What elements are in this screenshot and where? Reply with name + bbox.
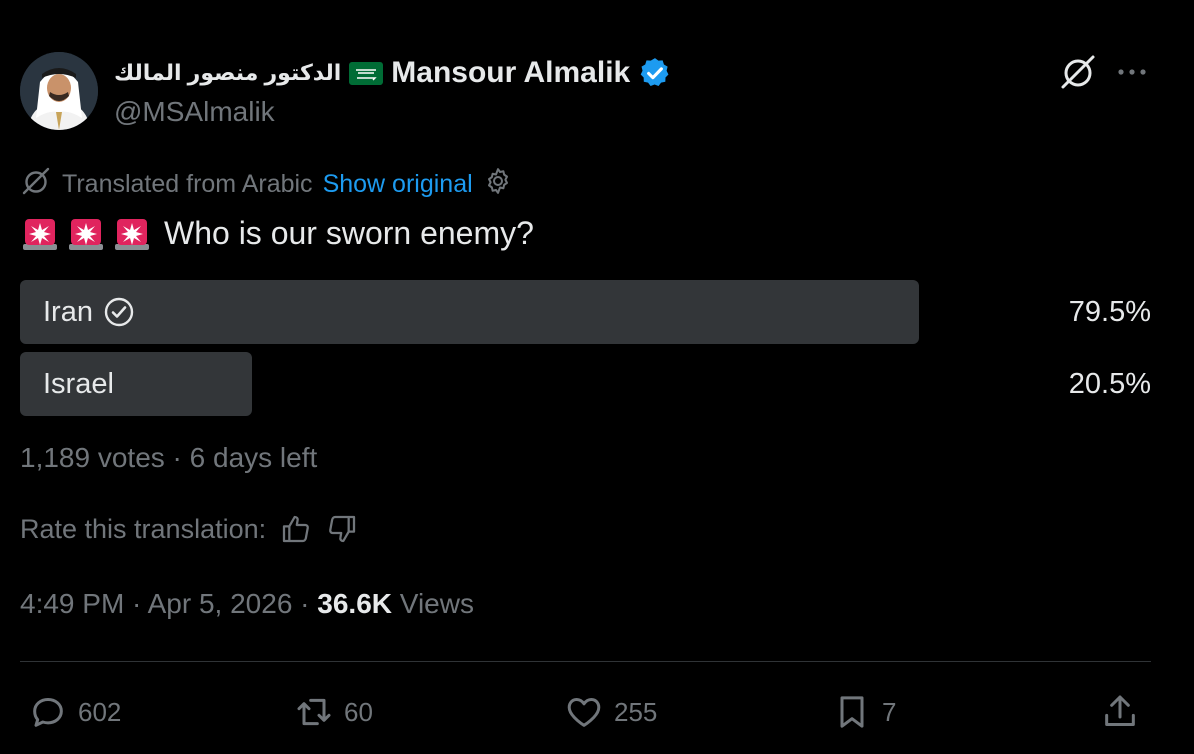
views-count: 36.6K bbox=[317, 588, 392, 619]
avatar-image bbox=[20, 52, 98, 130]
thumbs-up-icon[interactable] bbox=[280, 513, 312, 545]
rate-translation-row: Rate this translation: bbox=[20, 510, 358, 548]
poll: Iran 79.5% Israel 20.5% bbox=[20, 280, 1151, 424]
author-display-name[interactable]: Mansour Almalik bbox=[391, 56, 630, 90]
tweet-text: Who is our sworn enemy? bbox=[164, 214, 534, 251]
saudi-flag-icon bbox=[349, 61, 384, 85]
poll-percent-iran: 79.5% bbox=[1068, 295, 1151, 328]
bookmark-count: 7 bbox=[882, 696, 897, 727]
verified-badge-icon bbox=[638, 56, 672, 90]
poll-meta: 1,189 votes · 6 days left bbox=[20, 442, 318, 473]
repost-count: 60 bbox=[344, 696, 373, 727]
translation-row: Translated from Arabic Show original bbox=[20, 166, 513, 202]
thumbs-down-icon[interactable] bbox=[326, 513, 358, 545]
bookmark-icon bbox=[840, 696, 864, 728]
tweet-card: الدكتور منصور المالك Mansour Almalik @MS… bbox=[0, 0, 1194, 754]
like-count: 255 bbox=[614, 696, 658, 727]
views-label: Views bbox=[392, 588, 474, 619]
poll-option-israel[interactable]: Israel 20.5% bbox=[20, 352, 1151, 416]
poll-option-iran[interactable]: Iran 79.5% bbox=[20, 280, 1151, 344]
author-arabic-name[interactable]: الدكتور منصور المالك bbox=[114, 60, 341, 86]
poll-label-israel: Israel bbox=[43, 352, 114, 416]
translate-icon bbox=[20, 165, 52, 204]
poll-percent-israel: 20.5% bbox=[1068, 367, 1151, 400]
bookmark-button[interactable]: 7 bbox=[832, 690, 896, 734]
more-icon[interactable] bbox=[1114, 58, 1150, 86]
translated-from-label: Translated from Arabic bbox=[62, 169, 313, 198]
check-circle-icon bbox=[103, 296, 135, 328]
avatar[interactable] bbox=[20, 52, 98, 130]
heart-icon bbox=[567, 698, 601, 727]
siren-icon bbox=[112, 213, 152, 253]
reply-count: 602 bbox=[78, 696, 122, 727]
share-icon bbox=[1105, 695, 1135, 726]
poll-bar-iran bbox=[20, 280, 920, 344]
repost-button[interactable]: 60 bbox=[294, 690, 373, 734]
share-button[interactable] bbox=[1100, 690, 1140, 734]
tweet-text-row: Who is our sworn enemy? bbox=[20, 210, 534, 256]
author-name-row: الدكتور منصور المالك Mansour Almalik bbox=[114, 54, 672, 92]
poll-option-label: Israel bbox=[43, 367, 114, 400]
timestamp-row: 4:49 PM · Apr 5, 2026 · 36.6K Views bbox=[20, 588, 474, 620]
timestamp[interactable]: 4:49 PM · Apr 5, 2026 · bbox=[20, 588, 317, 619]
gear-icon[interactable] bbox=[483, 166, 513, 203]
poll-option-label: Iran bbox=[43, 295, 93, 328]
like-button[interactable]: 255 bbox=[564, 690, 657, 734]
reply-icon bbox=[33, 698, 63, 727]
author-handle[interactable]: @MSAlmalik bbox=[114, 96, 275, 128]
siren-icon bbox=[66, 213, 106, 253]
divider bbox=[20, 661, 1151, 662]
rate-translation-label: Rate this translation: bbox=[20, 513, 267, 544]
repost-icon bbox=[297, 698, 331, 726]
siren-icon bbox=[20, 213, 60, 253]
reply-button[interactable]: 602 bbox=[28, 690, 121, 734]
grok-icon[interactable] bbox=[1058, 52, 1098, 92]
poll-label-iran: Iran bbox=[43, 280, 135, 344]
show-original-link[interactable]: Show original bbox=[323, 170, 473, 199]
